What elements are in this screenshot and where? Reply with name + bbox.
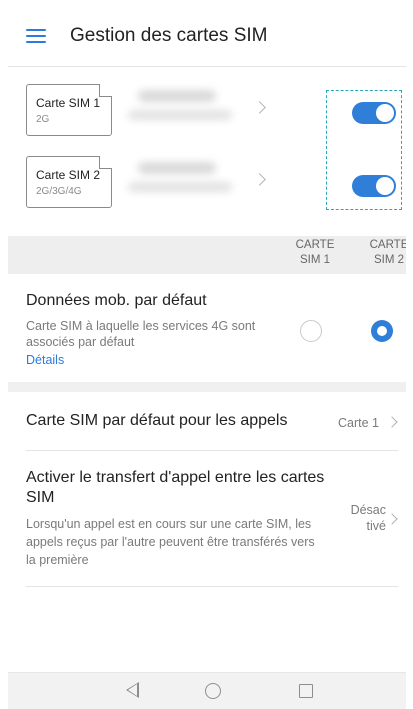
section-divider bbox=[8, 382, 406, 392]
header-divider bbox=[8, 66, 406, 67]
page-title: Gestion des cartes SIM bbox=[70, 25, 268, 46]
details-link[interactable]: Détails bbox=[26, 353, 64, 367]
call-transfer-value: Désac tivé bbox=[350, 503, 386, 533]
recents-square-icon[interactable] bbox=[299, 684, 313, 698]
row-divider bbox=[26, 450, 398, 451]
call-transfer-description: Lorsqu'un appel est en cours sur une car… bbox=[26, 517, 315, 567]
default-call-label: Carte SIM par défaut pour les appels bbox=[26, 412, 288, 429]
default-call-sim-row[interactable]: Carte SIM par défaut pour les appels Car… bbox=[8, 392, 406, 450]
column-header-sim2: CARTE SIM 2 bbox=[369, 239, 406, 266]
default-data-radio-sim1[interactable] bbox=[300, 320, 322, 342]
chevron-right-icon[interactable] bbox=[388, 515, 398, 525]
navigation-bar bbox=[8, 672, 406, 709]
sim-management-screen: Gestion des cartes SIM Carte SIM 1 2G Ca… bbox=[8, 0, 406, 709]
chevron-right-icon[interactable] bbox=[254, 98, 268, 120]
default-data-description: Carte SIM à laquelle les services 4G son… bbox=[26, 319, 256, 349]
default-data-radio-sim2[interactable] bbox=[371, 320, 393, 342]
row-divider bbox=[26, 586, 398, 587]
call-transfer-title[interactable]: Activer le transfert d'appel entre les c… bbox=[26, 468, 326, 508]
back-triangle-icon[interactable] bbox=[126, 682, 139, 698]
toggle-knob bbox=[376, 177, 394, 195]
sim-1-type: 2G bbox=[36, 114, 50, 125]
app-header: Gestion des cartes SIM bbox=[8, 0, 406, 66]
sim-2-number-blurred bbox=[128, 182, 232, 192]
sim-1-name: Carte SIM 1 bbox=[36, 96, 101, 110]
chevron-right-icon[interactable] bbox=[254, 170, 268, 192]
toggle-knob bbox=[376, 104, 394, 122]
default-data-row: Données mob. par défaut Carte SIM à laqu… bbox=[8, 274, 406, 382]
sim-1-toggle[interactable] bbox=[352, 102, 396, 124]
default-data-title: Données mob. par défaut bbox=[26, 292, 207, 309]
sim-2-operator-blurred bbox=[138, 162, 216, 174]
chevron-right-icon[interactable] bbox=[388, 418, 398, 428]
column-header-band bbox=[8, 236, 406, 274]
sim-card-1-icon: Carte SIM 1 2G bbox=[26, 84, 112, 136]
sim-1-number-blurred bbox=[128, 110, 232, 120]
sim-2-toggle[interactable] bbox=[352, 175, 396, 197]
column-header-sim1: CARTE SIM 1 bbox=[295, 239, 335, 266]
sim-2-type: 2G/3G/4G bbox=[36, 186, 82, 197]
sim-card-2-icon: Carte SIM 2 2G/3G/4G bbox=[26, 156, 112, 208]
default-call-value: Carte 1 bbox=[338, 416, 379, 430]
home-circle-icon[interactable] bbox=[205, 683, 221, 699]
hamburger-menu-icon[interactable] bbox=[26, 29, 46, 44]
sim-2-name: Carte SIM 2 bbox=[36, 168, 101, 182]
sim-1-operator-blurred bbox=[138, 90, 216, 102]
